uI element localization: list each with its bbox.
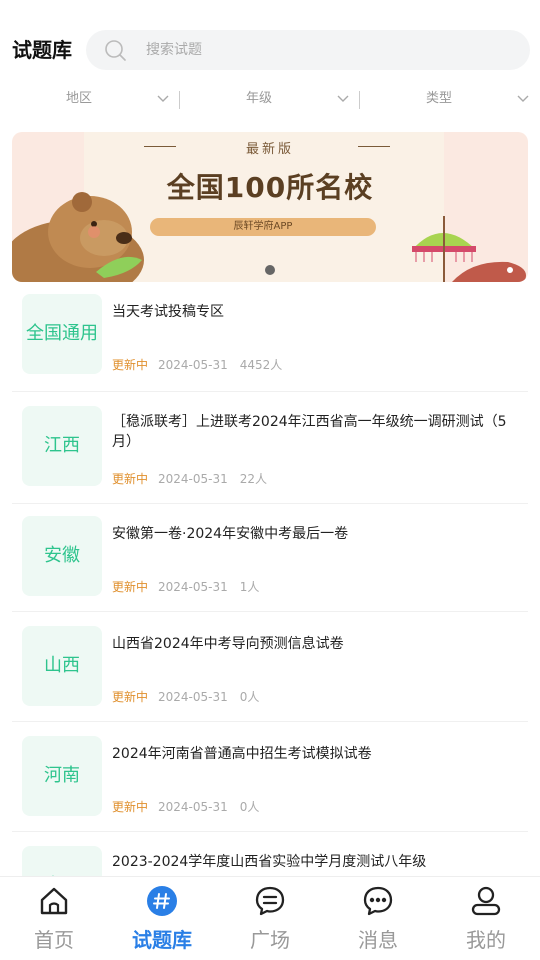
promo-banner[interactable]: 最新版 全国100所名校 辰轩学府APP — [12, 132, 528, 282]
paper-date: 2024-05-31 — [158, 800, 228, 814]
region-tile: 全国通用 — [22, 294, 102, 374]
region-tile: 河南 — [22, 736, 102, 816]
region-tile: 江西 — [22, 406, 102, 486]
top-bar: 试题库 搜索试题 — [0, 0, 540, 80]
filter-type[interactable]: 类型 — [360, 84, 540, 114]
filter-region-label: 地区 — [66, 91, 93, 106]
hash-icon — [147, 886, 177, 916]
search-placeholder: 搜索试题 — [146, 42, 202, 58]
paper-title: 山西省2024年中考导向预测信息试卷 — [112, 636, 344, 652]
paper-meta: 更新中 2024-05-31 1人 — [112, 579, 259, 595]
region-tile: 山西 — [22, 846, 102, 876]
tab-label: 我的 — [466, 928, 506, 952]
paper-date: 2024-05-31 — [158, 690, 228, 704]
participant-count: 4452人 — [239, 358, 283, 372]
participant-count: 22人 — [239, 472, 268, 486]
search-input[interactable]: 搜索试题 — [86, 30, 530, 70]
tab-question-bank[interactable]: 试题库 — [108, 877, 216, 960]
tab-label: 消息 — [358, 928, 398, 952]
status-badge: 更新中 — [112, 800, 149, 814]
banner-tag: 最新版 — [245, 142, 294, 157]
status-badge: 更新中 — [112, 690, 149, 704]
paper-card[interactable]: 河南 2024年河南省普通高中招生考试模拟试卷 更新中 2024-05-31 0人 — [12, 732, 528, 832]
chevron-down-icon — [337, 95, 349, 102]
home-icon — [40, 887, 68, 915]
filter-type-label: 类型 — [426, 91, 453, 106]
paper-card[interactable]: 山西 2023-2024学年度山西省实验中学月度测试八年级 — [12, 842, 528, 876]
bottom-tab-bar: 首页 试题库 广场 消息 我的 — [0, 876, 540, 960]
paper-title: 安徽第一卷·2024年安徽中考最后一卷 — [112, 526, 349, 542]
region-tile: 山西 — [22, 626, 102, 706]
status-badge: 更新中 — [112, 358, 149, 372]
tab-profile[interactable]: 我的 — [432, 877, 540, 960]
filter-grade[interactable]: 年级 — [180, 84, 360, 114]
paper-title: 2024年河南省普通高中招生考试模拟试卷 — [112, 746, 372, 762]
paper-list: 全国通用 当天考试投稿专区 更新中 2024-05-31 4452人 江西 ［稳派联… — [12, 290, 528, 876]
paper-meta: 更新中 2024-05-31 0人 — [112, 799, 259, 815]
paper-meta: 更新中 2024-05-31 4452人 — [112, 357, 282, 373]
participant-count: 0人 — [239, 690, 260, 704]
tab-messages[interactable]: 消息 — [324, 877, 432, 960]
status-badge: 更新中 — [112, 580, 149, 594]
message-icon — [363, 886, 393, 916]
paper-meta: 更新中 2024-05-31 22人 — [112, 471, 267, 487]
paper-title: 2023-2024学年度山西省实验中学月度测试八年级 — [112, 854, 427, 870]
banner-title: 全国100所名校 — [166, 171, 374, 204]
filter-grade-label: 年级 — [246, 91, 273, 106]
tab-label: 试题库 — [132, 928, 192, 952]
status-badge: 更新中 — [112, 472, 149, 486]
banner-pill: 辰轩学府APP — [150, 218, 376, 236]
chat-bubble-icon — [255, 886, 285, 916]
banner-pill-text: 辰轩学府APP — [233, 221, 293, 232]
paper-card[interactable]: 全国通用 当天考试投稿专区 更新中 2024-05-31 4452人 — [12, 290, 528, 392]
tab-label: 广场 — [250, 928, 290, 952]
filter-bar: 地区 年级 类型 — [0, 84, 540, 114]
tab-home[interactable]: 首页 — [0, 877, 108, 960]
page-title: 试题库 — [12, 38, 72, 62]
paper-date: 2024-05-31 — [158, 472, 228, 486]
chevron-down-icon — [157, 95, 169, 102]
tab-square[interactable]: 广场 — [216, 877, 324, 960]
carousel-indicator[interactable] — [265, 265, 275, 275]
filter-region[interactable]: 地区 — [0, 84, 180, 114]
region-tile: 安徽 — [22, 516, 102, 596]
paper-meta: 更新中 2024-05-31 0人 — [112, 689, 259, 705]
participant-count: 0人 — [239, 800, 260, 814]
participant-count: 1人 — [239, 580, 260, 594]
paper-date: 2024-05-31 — [158, 580, 228, 594]
user-icon — [471, 886, 501, 916]
chevron-down-icon — [517, 95, 529, 102]
paper-title: 当天考试投稿专区 — [112, 304, 224, 320]
paper-title: ［稳派联考］上进联考2024年江西省高一年级统一调研测试（5月） — [112, 414, 507, 450]
paper-card[interactable]: 安徽 安徽第一卷·2024年安徽中考最后一卷 更新中 2024-05-31 1人 — [12, 512, 528, 612]
paper-card[interactable]: 江西 ［稳派联考］上进联考2024年江西省高一年级统一调研测试（5月） 更新中 2… — [12, 402, 528, 504]
tab-label: 首页 — [34, 928, 74, 952]
search-icon — [105, 40, 126, 61]
paper-date: 2024-05-31 — [158, 358, 228, 372]
paper-card[interactable]: 山西 山西省2024年中考导向预测信息试卷 更新中 2024-05-31 0人 — [12, 622, 528, 722]
